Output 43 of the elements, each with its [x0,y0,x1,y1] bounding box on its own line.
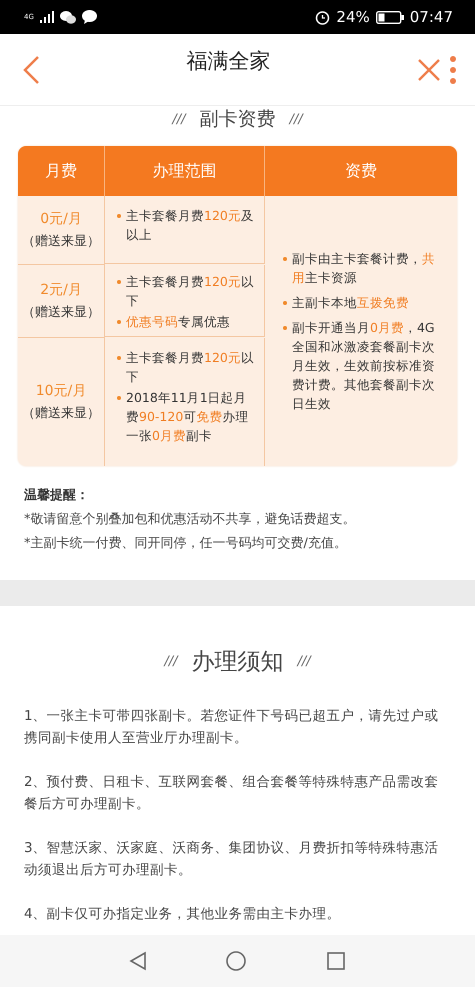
notice-text: 4、副卡仅可办指定业务，其他业务需由主卡办理。 [24,905,342,924]
wechat-icon [60,10,76,24]
chat-bubble-icon [82,10,97,24]
monthly-fee: 0元/月 [40,210,82,228]
fee-note: （赠送来显） [22,233,100,250]
more-icon [449,54,457,84]
close-icon [417,58,441,82]
page-title: 福满全家 [186,48,272,74]
battery-icon [376,10,404,24]
section-decoration: /// [172,112,186,126]
section-decoration: /// [164,654,178,669]
reminder-text: *主副卡统一付费、同开同停，任一号码均可交费/充值。 [24,535,348,552]
fee-note: （赠送来显） [22,304,100,321]
scope-text: 主卡套餐月费120元以下 [117,348,256,386]
square-icon [326,951,346,971]
fee-note: （赠送来显） [22,405,100,422]
battery-percent: 24% [336,8,370,26]
signal-icon [40,11,54,23]
back-icon [22,54,40,84]
reminder-text: *敬请留意个别叠加包和优惠活动不共享，避免话费超支。 [24,511,356,528]
triangle-icon [129,951,148,971]
section-title: 副卡资费 [200,107,276,132]
circle-icon [225,950,248,972]
section-title: 办理须知 [192,648,284,677]
scope-text: 主卡套餐月费120元以下 [117,272,256,310]
monthly-fee: 10元/月 [36,382,86,400]
section-decoration: /// [290,112,303,126]
alarm-icon [315,10,330,24]
scope-text: 优惠号码专属优惠 [117,312,256,331]
section-decoration: /// [298,654,311,669]
notice-text: 2、预付费、日租卡、互联网套餐、组合套餐等特殊特惠产品需改套餐后方可办理副卡。 [24,773,440,814]
tariff-text: 副卡由主卡套餐计费，共用主卡资源 [283,249,443,287]
column-header: 资费 [265,146,457,196]
notice-text: 3、智慧沃家、沃家庭、沃商务、集团协议、月费折扣等特殊特惠活动须退出后方可办理副卡。 [24,839,440,880]
column-header: 月费 [18,146,105,196]
notice-text: 1、一张主卡可带四张副卡。若您证件下号码已超五户，请先过户或携同副卡使用人至营业厅办理副卡。 [24,707,440,748]
reminder-title: 温馨提醒： [24,487,90,504]
scope-text: 主卡套餐月费120元及以上 [117,206,256,244]
column-header: 办理范围 [105,146,265,196]
scope-text: 2018年11月1日起月费90-120可免费办理一张0月费副卡 [117,388,256,445]
tariff-text: 主副卡本地互拨免费 [283,293,443,312]
clock-time: 07:47 [410,8,453,26]
monthly-fee: 2元/月 [40,281,82,299]
